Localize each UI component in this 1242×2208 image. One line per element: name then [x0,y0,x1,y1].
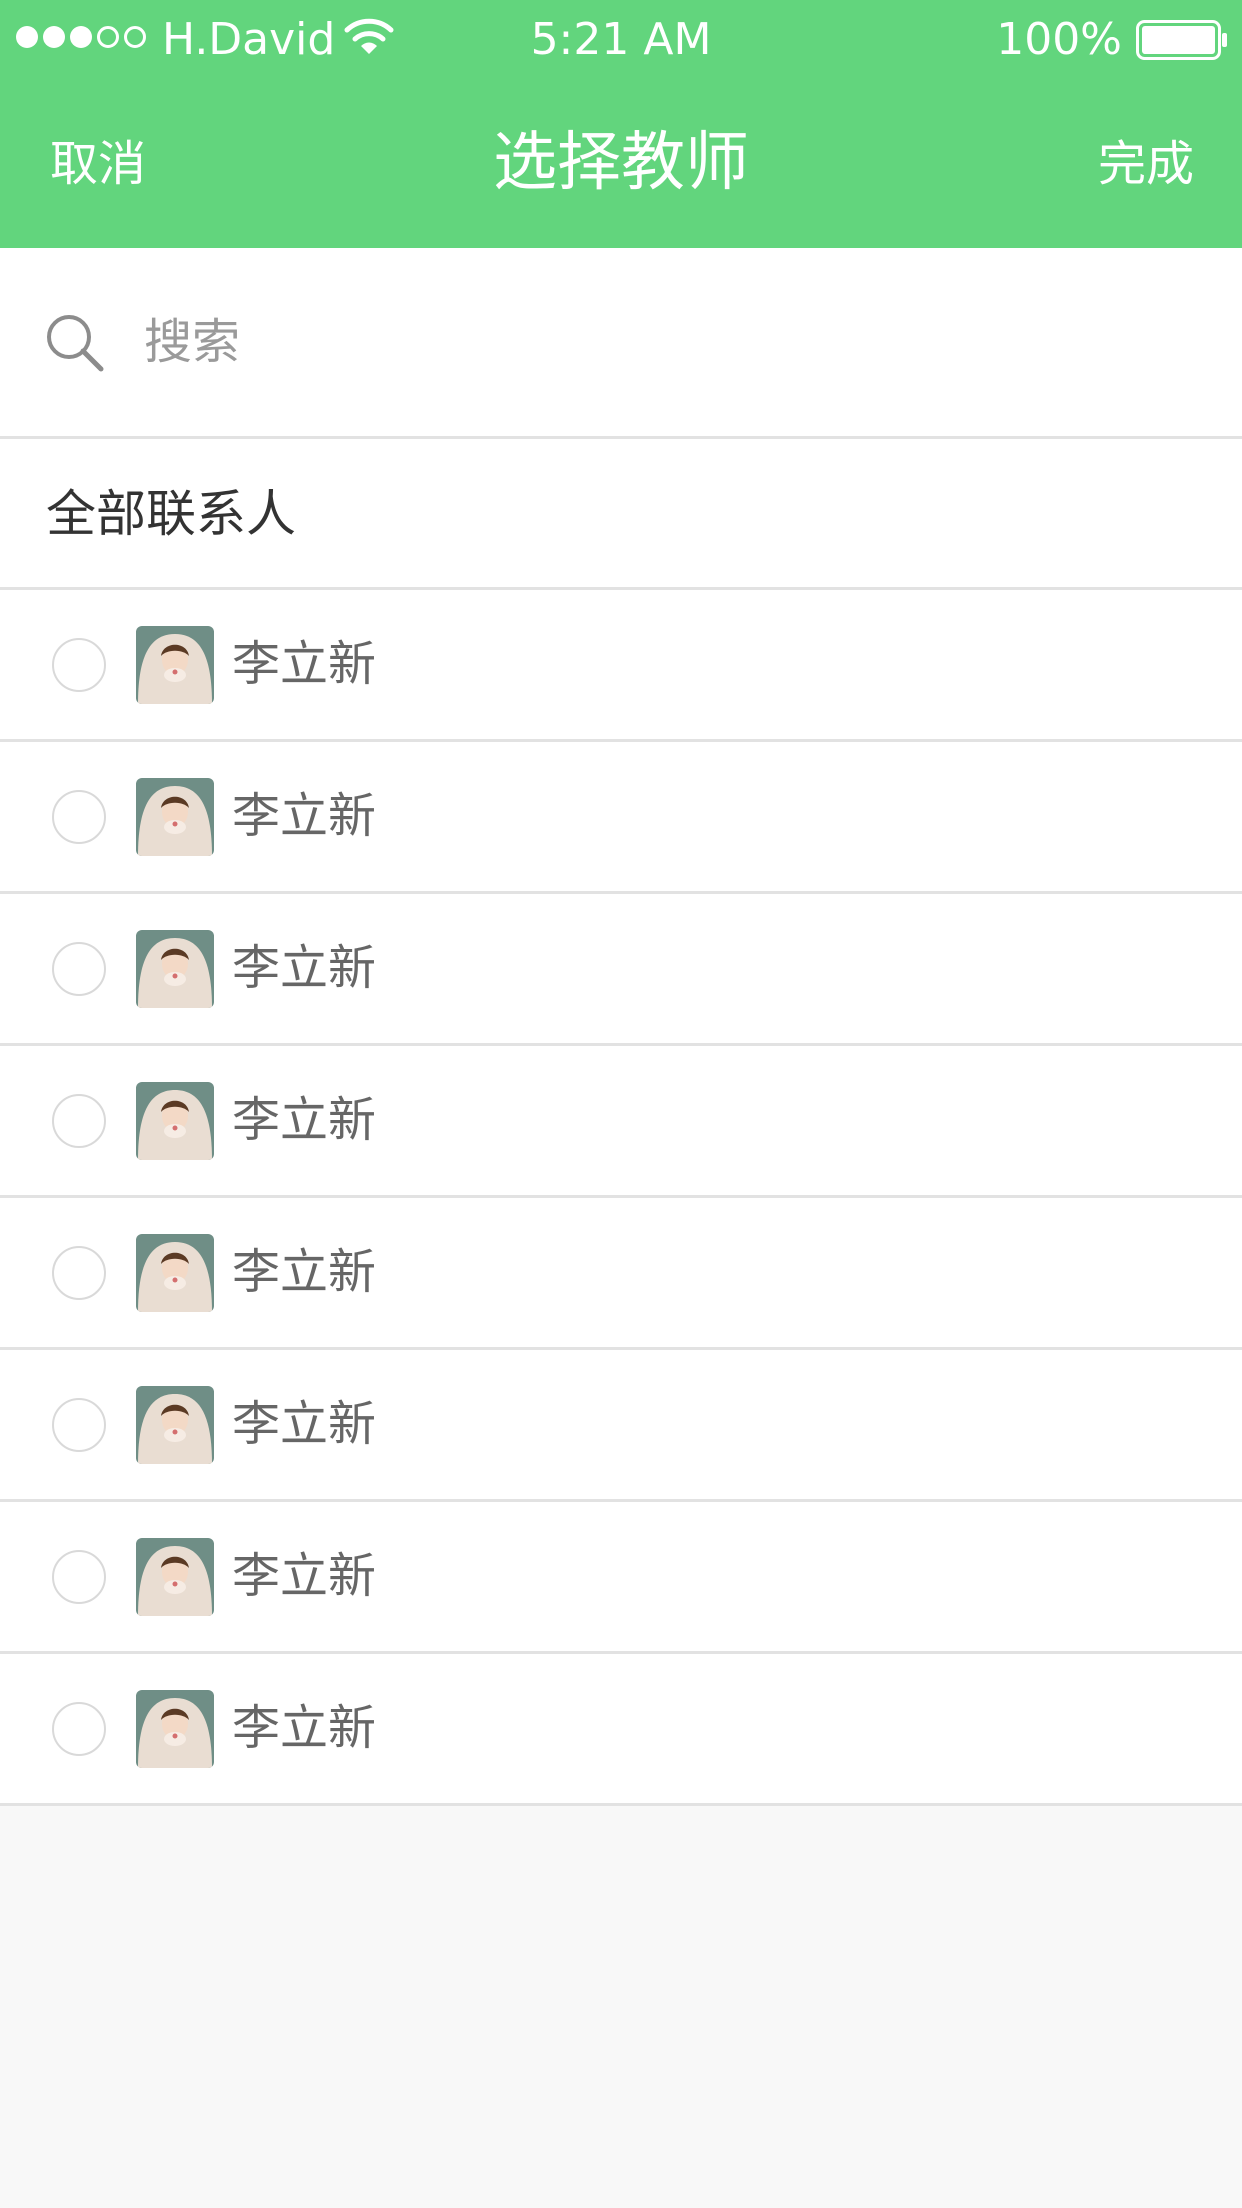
contact-name: 李立新 [232,1396,377,1452]
contact-name: 李立新 [232,940,377,996]
avatar [136,778,214,856]
all-contacts-header: 全部联系人 [0,439,1242,590]
contact-name: 李立新 [232,1244,377,1300]
list-item[interactable]: 李立新 [0,1046,1242,1198]
list-item[interactable]: 李立新 [0,894,1242,1046]
radio-unchecked-icon[interactable] [52,942,106,996]
radio-unchecked-icon[interactable] [52,638,106,692]
radio-unchecked-icon[interactable] [52,1550,106,1604]
avatar [136,1690,214,1768]
list-item[interactable]: 李立新 [0,1654,1242,1806]
app-header: H.David 5:21 AM 100% 取消 选择教师 完成 [0,0,1242,248]
battery-percentage: 100% [996,14,1122,65]
avatar [136,1234,214,1312]
radio-unchecked-icon[interactable] [52,1398,106,1452]
radio-unchecked-icon[interactable] [52,1702,106,1756]
battery-icon [1136,20,1227,60]
radio-unchecked-icon[interactable] [52,790,106,844]
avatar [136,1082,214,1160]
contact-name: 李立新 [232,1548,377,1604]
radio-unchecked-icon[interactable] [52,1094,106,1148]
list-item[interactable]: 李立新 [0,1198,1242,1350]
avatar [136,1538,214,1616]
list-item[interactable]: 李立新 [0,742,1242,894]
radio-unchecked-icon[interactable] [52,1246,106,1300]
status-bar: H.David 5:21 AM 100% [0,0,1242,80]
search-icon [47,315,104,372]
list-item[interactable]: 李立新 [0,590,1242,742]
contact-name: 李立新 [232,636,377,692]
list-item[interactable]: 李立新 [0,1502,1242,1654]
contact-name: 李立新 [232,788,377,844]
page-title: 选择教师 [493,126,749,200]
contact-name: 李立新 [232,1092,377,1148]
contact-list: 李立新 李立新 李立新 李立新 李立新 李立新 李立新 李立新 [0,590,1242,1806]
section-title: 全部联系人 [46,485,296,543]
done-button[interactable]: 完成 [1098,136,1194,192]
avatar [136,930,214,1008]
list-item[interactable]: 李立新 [0,1350,1242,1502]
avatar [136,626,214,704]
search-bar[interactable]: 搜索 [0,248,1242,439]
avatar [136,1386,214,1464]
contact-name: 李立新 [232,1700,377,1756]
search-input[interactable]: 搜索 [144,314,240,370]
